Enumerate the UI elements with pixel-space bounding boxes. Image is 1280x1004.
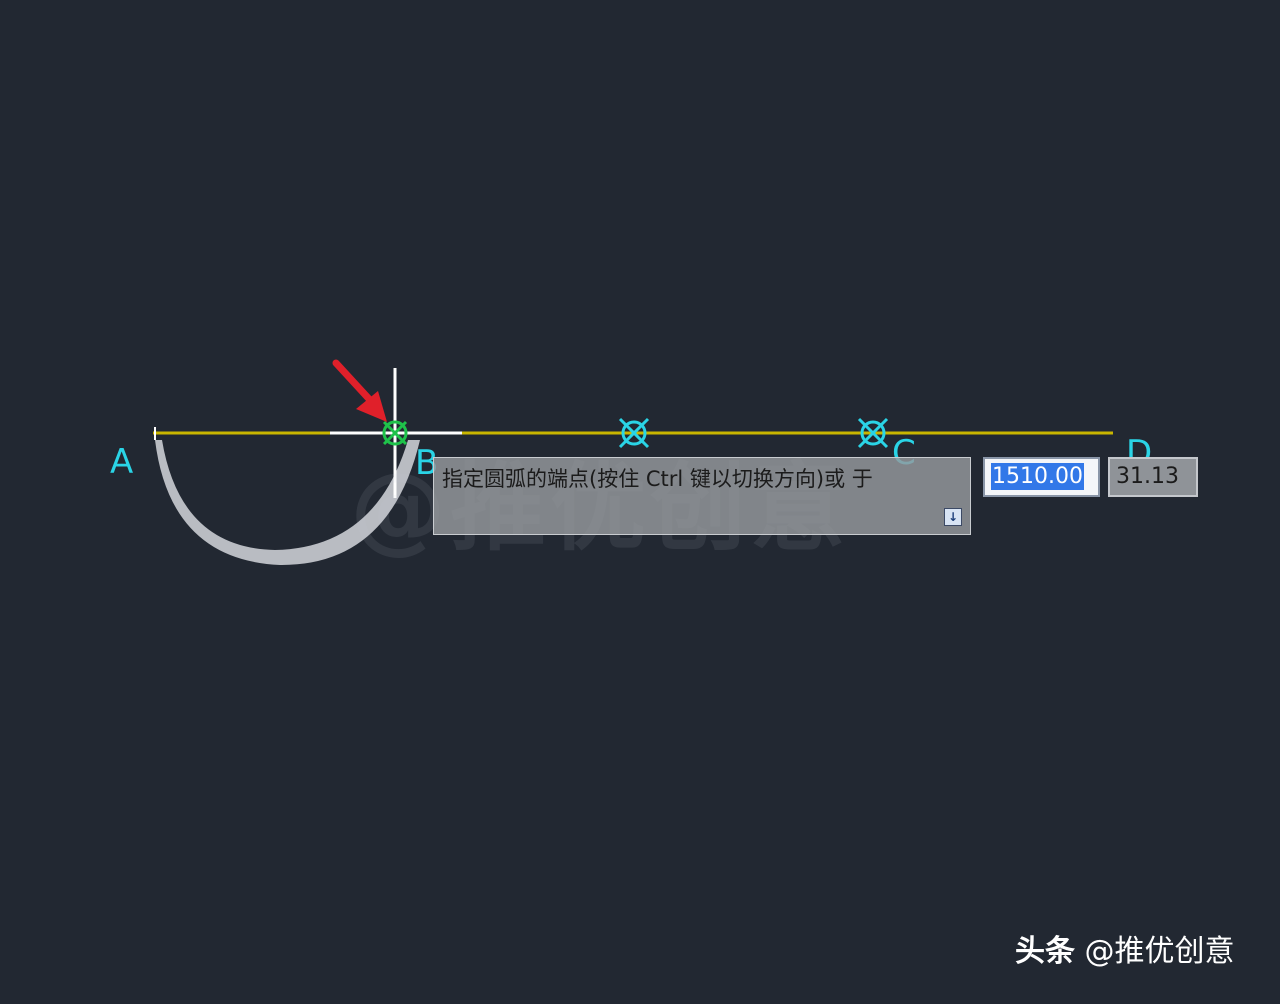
angle-input[interactable]: 31.13 xyxy=(1108,457,1198,497)
length-input-value: 1510.00 xyxy=(991,463,1084,490)
brand-handle: @推优创意 xyxy=(1084,934,1235,969)
down-arrow-icon[interactable]: ↓ xyxy=(944,508,962,526)
brand-watermark: 头条 @推优创意 xyxy=(1015,932,1235,972)
brand-platform: 头条 xyxy=(1015,934,1075,969)
drawing-canvas[interactable]: @推优创意 A B C D 指定圆弧的端点(按住 Ctrl 键以切换方向)或 于… xyxy=(0,0,1280,1000)
angle-input-value: 31.13 xyxy=(1116,464,1179,489)
command-prompt-tooltip: 指定圆弧的端点(按住 Ctrl 键以切换方向)或 于 ↓ xyxy=(433,457,971,535)
arc-preview xyxy=(155,440,420,566)
red-arrow-icon xyxy=(332,359,387,422)
snap-marker-icon xyxy=(857,417,889,449)
length-input[interactable]: 1510.00 xyxy=(983,457,1100,497)
snap-marker-icon xyxy=(618,417,650,449)
point-label-a: A xyxy=(110,442,134,482)
tooltip-prompt-text: 指定圆弧的端点(按住 Ctrl 键以切换方向)或 于 xyxy=(442,467,873,491)
